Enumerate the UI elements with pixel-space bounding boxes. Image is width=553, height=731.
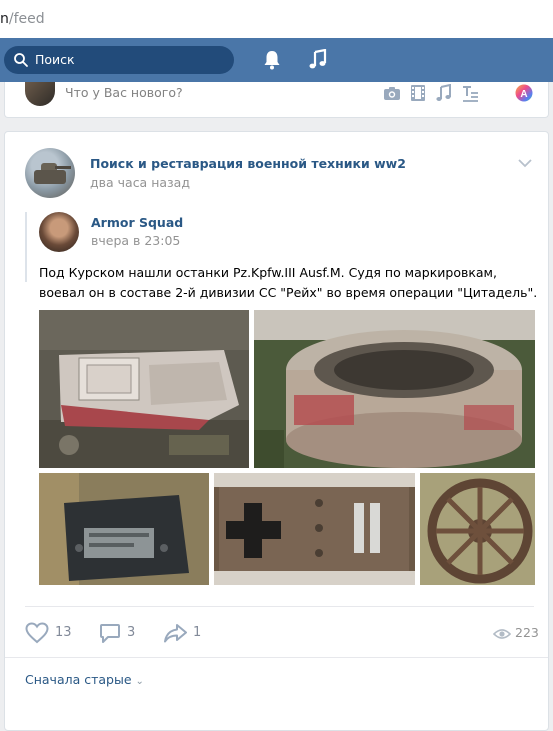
like-button[interactable]: 13	[25, 622, 85, 644]
post-text: Под Курском нашли останки Pz.Kpfw.III Au…	[39, 265, 538, 300]
comment-count: 3	[127, 625, 136, 640]
browser-address-bar[interactable]: n/feed	[0, 0, 553, 39]
comment-icon	[100, 624, 120, 643]
composer-input[interactable]: Что у Вас нового?	[65, 85, 183, 100]
text-format-icon[interactable]	[461, 84, 479, 102]
group-avatar[interactable]	[25, 148, 75, 198]
like-count: 13	[55, 625, 72, 640]
feed-post: Поиск и реставрация военной техники ww2 …	[4, 131, 549, 731]
search-icon	[14, 53, 28, 67]
chevron-down-icon: ⌄	[135, 676, 144, 687]
sort-comments-toggle[interactable]: Сначала старые ⌄	[25, 672, 144, 687]
camera-icon[interactable]	[383, 84, 401, 102]
post-composer: Что у Вас нового? A	[4, 82, 549, 118]
repost-time[interactable]: вчера в 23:05	[91, 233, 180, 248]
photo-2[interactable]	[254, 310, 535, 468]
group-name-link[interactable]: Поиск и реставрация военной техники ww2	[90, 156, 406, 171]
chevron-down-icon[interactable]	[517, 157, 533, 169]
user-avatar[interactable]	[25, 82, 55, 106]
search-placeholder: Поиск	[35, 52, 75, 67]
repost-divider	[25, 212, 27, 282]
share-count: 1	[193, 625, 202, 640]
post-time[interactable]: два часа назад	[90, 175, 190, 190]
actions-separator	[25, 606, 534, 607]
search-input[interactable]: Поиск	[4, 46, 234, 74]
poster-icon[interactable]: A	[515, 84, 533, 102]
url-text[interactable]: n/feed	[0, 11, 45, 27]
music-note-icon[interactable]	[308, 49, 328, 71]
music-icon[interactable]	[435, 83, 453, 102]
eye-icon	[493, 629, 511, 639]
photo-1[interactable]	[39, 310, 249, 468]
video-film-icon[interactable]	[409, 84, 427, 102]
share-button[interactable]: 1	[163, 622, 213, 644]
heart-icon	[25, 622, 49, 644]
top-header: Поиск	[0, 38, 553, 82]
photo-3[interactable]	[39, 473, 209, 585]
bell-icon[interactable]	[262, 49, 282, 71]
repost-author-link[interactable]: Armor Squad	[91, 215, 183, 230]
share-icon	[164, 624, 187, 643]
photo-5[interactable]	[420, 473, 535, 585]
repost-author-avatar[interactable]	[39, 212, 79, 252]
views-counter: 223	[493, 624, 541, 642]
views-count: 223	[515, 625, 539, 640]
photo-4[interactable]	[214, 473, 415, 585]
comment-button[interactable]: 3	[99, 622, 149, 644]
comments-separator	[5, 657, 548, 658]
svg-text:A: A	[520, 89, 527, 100]
